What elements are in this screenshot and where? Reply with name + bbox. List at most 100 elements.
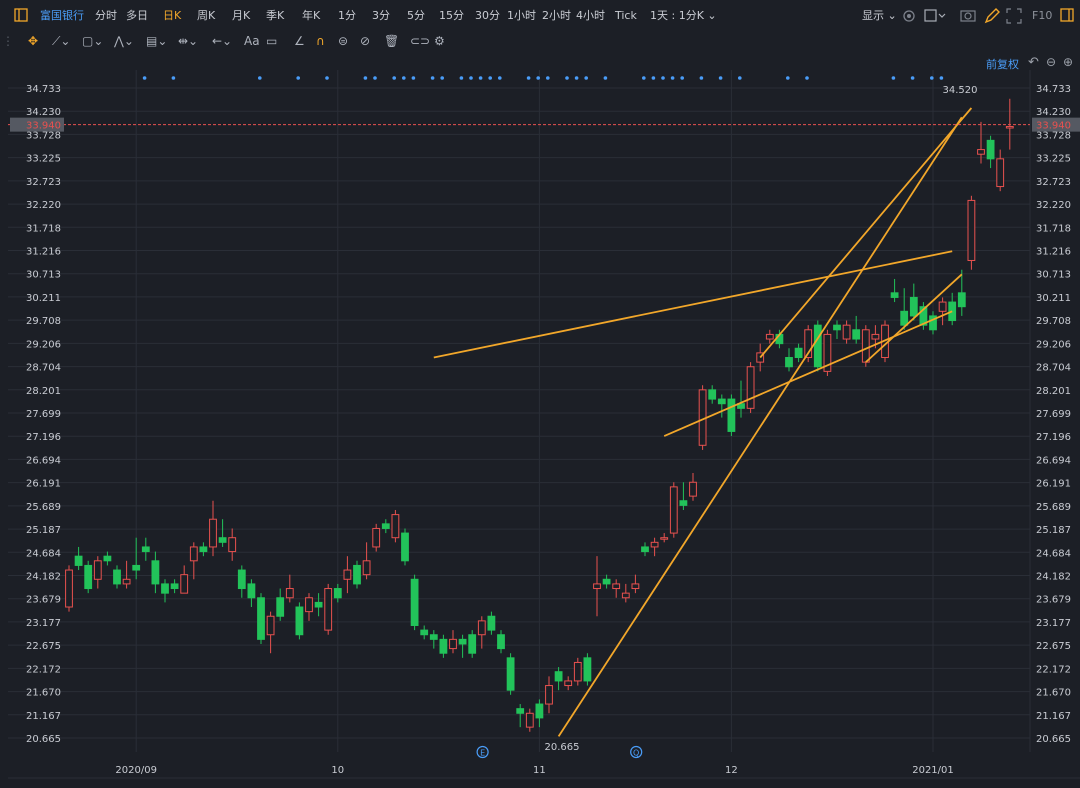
- gear-icon[interactable]: ⚙: [434, 30, 445, 52]
- period-tab-5[interactable]: 季K: [266, 0, 284, 30]
- chart-svg[interactable]: 34.733 34.230 33.728 33.225 32.723 32.220 31.7…: [0, 52, 1080, 784]
- period-tab-15[interactable]: Tick: [615, 0, 637, 30]
- y-tick-label-left: 31.718: [26, 223, 61, 234]
- event-marker-dot: [939, 76, 944, 80]
- crosshair-move-icon[interactable]: ✥: [28, 30, 38, 52]
- candlestick-chart[interactable]: 34.733 34.230 33.728 33.225 32.723 32.220 31.7…: [0, 52, 1080, 784]
- candle: [410, 574, 419, 631]
- y-tick-label-left: 20.665: [26, 734, 61, 745]
- current-price-label-right: 33.940: [1036, 121, 1071, 132]
- candle-body: [669, 486, 678, 534]
- x-tick-label: 2020/09: [115, 765, 157, 776]
- hide-icon[interactable]: ⊘: [360, 30, 370, 52]
- period-tab-8[interactable]: 3分: [372, 0, 390, 30]
- candle-body: [141, 546, 150, 553]
- candle-body: [420, 629, 429, 636]
- candle-body: [516, 708, 525, 714]
- period-tab-6[interactable]: 年K: [302, 0, 320, 30]
- candle-body: [458, 638, 467, 645]
- candle-body: [977, 149, 985, 155]
- event-marker-dot: [440, 76, 445, 80]
- candle-body: [650, 541, 659, 548]
- text-tool[interactable]: Aa: [244, 30, 260, 52]
- camera-icon[interactable]: [960, 0, 976, 30]
- candle-body: [132, 564, 141, 571]
- y-tick-label-left: 31.216: [26, 247, 61, 258]
- link-icon[interactable]: ⊂⊃: [410, 30, 430, 52]
- candle-body: [189, 546, 198, 562]
- candle-body: [333, 588, 342, 599]
- zoom-in-icon[interactable]: ⊕: [1063, 55, 1073, 69]
- event-marker-dot: [363, 76, 368, 80]
- event-marker-dot: [171, 76, 176, 80]
- period-tab-14[interactable]: 4小时: [576, 0, 605, 30]
- period-tab-4[interactable]: 月K: [232, 0, 250, 30]
- period-tab-7[interactable]: 1分: [338, 0, 356, 30]
- candle-body: [314, 601, 323, 608]
- period-tab-3[interactable]: 周K: [197, 0, 215, 30]
- period-tab-11[interactable]: 30分: [475, 0, 500, 30]
- candle: [401, 528, 409, 566]
- event-marker-dot: [459, 76, 464, 80]
- stock-name[interactable]: 富国银行: [40, 0, 84, 30]
- candle-body: [890, 292, 899, 298]
- candle-body: [765, 333, 774, 340]
- candle: [84, 560, 93, 594]
- candle-body: [573, 661, 582, 682]
- checkbox-icon[interactable]: [924, 0, 948, 30]
- period-tab-13[interactable]: 2小时: [542, 0, 571, 30]
- period-tab-9[interactable]: 5分: [407, 0, 425, 30]
- low-price-label: 20.665: [545, 742, 580, 753]
- candle-body: [343, 569, 352, 580]
- candle-body: [986, 139, 995, 160]
- measure-tool-icon[interactable]: ⇹⌄: [178, 30, 198, 52]
- pencil-icon[interactable]: [984, 0, 1000, 30]
- y-tick-label-right: 21.167: [1036, 711, 1071, 722]
- wave-tool-icon[interactable]: ⋀⌄: [114, 30, 134, 52]
- event-marker-dot: [642, 76, 646, 80]
- undo-icon[interactable]: ↶: [1028, 55, 1039, 70]
- line-tool-icon[interactable]: ⟋⌄: [52, 30, 70, 52]
- settings-icon[interactable]: [902, 0, 916, 30]
- event-marker-dot: [910, 76, 915, 80]
- period-tab-12[interactable]: 1小时: [507, 0, 536, 30]
- y-tick-label-right: 31.718: [1036, 223, 1071, 234]
- candle: [669, 482, 678, 538]
- price-adjust-toggle[interactable]: 前复权: [986, 56, 1019, 72]
- candle-body: [593, 583, 601, 590]
- display-menu[interactable]: 显示 ⌄: [862, 0, 897, 30]
- period-tab-0[interactable]: 分时: [95, 0, 117, 30]
- period-tab-10[interactable]: 15分: [439, 0, 464, 30]
- period-tab-16[interactable]: 1天 : 1分K ⌄: [650, 0, 717, 30]
- period-tab-1[interactable]: 多日: [126, 0, 148, 30]
- y-tick-label-left: 25.187: [26, 525, 61, 536]
- x-tick-label: 12: [725, 765, 738, 776]
- event-marker-dot: [670, 76, 675, 80]
- candle-body: [401, 532, 409, 562]
- candle-body: [852, 329, 861, 340]
- trash-icon[interactable]: 🗑: [384, 30, 399, 52]
- layout-icon[interactable]: [14, 0, 28, 30]
- shape-tool-icon[interactable]: ▢⌄: [82, 30, 103, 52]
- y-tick-label-left: 34.230: [26, 107, 61, 118]
- candle-body: [641, 546, 649, 553]
- magnet-icon[interactable]: ∩: [316, 30, 325, 52]
- candle-body: [554, 671, 563, 682]
- period-tab-2[interactable]: 日K: [163, 0, 181, 30]
- candle-body: [525, 712, 534, 728]
- sidebar-toggle-icon[interactable]: [1060, 0, 1074, 30]
- comment-icon[interactable]: ▭: [266, 30, 277, 52]
- y-tick-label-left: 27.699: [26, 409, 61, 420]
- candle-body: [746, 366, 755, 409]
- ruler-icon[interactable]: ∠: [294, 30, 305, 52]
- f10-button[interactable]: F10: [1032, 0, 1052, 30]
- eye-icon[interactable]: ⊜: [338, 30, 348, 52]
- candle-body: [602, 578, 611, 585]
- candle-body: [113, 569, 121, 585]
- zoom-out-icon[interactable]: ⊖: [1046, 55, 1056, 69]
- arrow-tool-icon[interactable]: ←⌄: [212, 30, 232, 52]
- fullscreen-icon[interactable]: [1006, 0, 1022, 30]
- candle-body: [727, 398, 736, 432]
- event-marker-dot: [651, 76, 656, 80]
- fib-tool-icon[interactable]: ▤⌄: [146, 30, 167, 52]
